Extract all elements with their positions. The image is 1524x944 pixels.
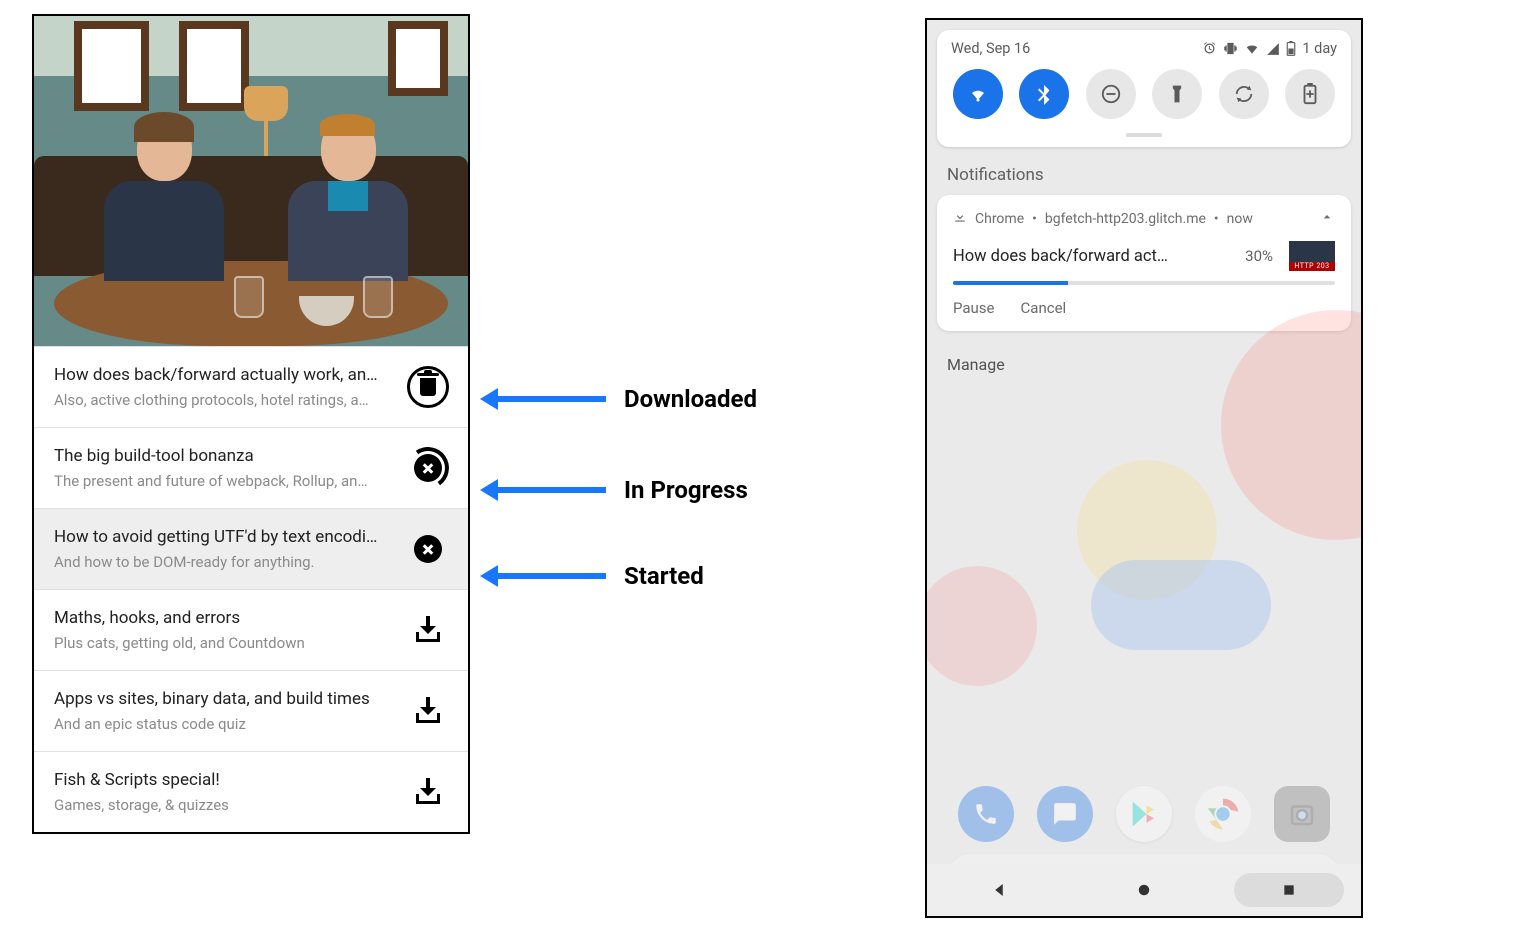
progress-icon — [407, 447, 449, 489]
episode-title: Maths, hooks, and errors — [54, 608, 396, 628]
annotation-label: In Progress — [624, 476, 748, 504]
nav-recents[interactable] — [1234, 873, 1344, 907]
rotation-icon — [1233, 83, 1255, 105]
battery-icon — [1286, 41, 1296, 56]
navigation-bar — [927, 864, 1361, 916]
download-button[interactable] — [406, 689, 450, 733]
annotation-started: Started — [496, 562, 704, 590]
drag-handle[interactable] — [1126, 133, 1162, 137]
battery-text: 1 day — [1302, 40, 1337, 57]
list-item[interactable]: Fish & Scripts special! Games, storage, … — [34, 751, 468, 832]
phone-app-icon[interactable] — [958, 786, 1014, 842]
wifi-icon — [966, 82, 990, 106]
annotation-in-progress: In Progress — [496, 476, 748, 504]
episode-title: The big build-tool bonanza — [54, 446, 396, 466]
episode-subtitle: And an epic status code quiz — [54, 715, 396, 733]
delete-download-button[interactable] — [406, 365, 450, 409]
flashlight-icon — [1167, 84, 1187, 104]
episode-list: How does back/forward actually work, an…… — [34, 346, 468, 832]
progress-bar — [953, 281, 1335, 285]
nav-home[interactable] — [1089, 873, 1199, 907]
episode-title: Apps vs sites, binary data, and build ti… — [54, 689, 396, 709]
download-icon — [414, 616, 442, 644]
cancel-download-button[interactable] — [406, 527, 450, 571]
list-item[interactable]: Apps vs sites, binary data, and build ti… — [34, 670, 468, 751]
episode-subtitle: And how to be DOM-ready for anything. — [54, 553, 396, 571]
nav-back[interactable] — [944, 873, 1054, 907]
episode-subtitle: Plus cats, getting old, and Countdown — [54, 634, 396, 652]
list-item[interactable]: Maths, hooks, and errors Plus cats, gett… — [34, 589, 468, 670]
bluetooth-toggle[interactable] — [1019, 69, 1069, 119]
battery-saver-toggle[interactable] — [1285, 69, 1335, 119]
back-icon — [990, 881, 1008, 899]
notification-thumbnail: HTTP 203 — [1289, 241, 1335, 271]
dnd-toggle[interactable] — [1086, 69, 1136, 119]
quick-settings-panel: Wed, Sep 16 1 day — [937, 30, 1351, 147]
play-store-app-icon[interactable] — [1116, 786, 1172, 842]
list-item[interactable]: How does back/forward actually work, an…… — [34, 346, 468, 427]
download-icon — [414, 778, 442, 806]
vibrate-icon — [1223, 41, 1238, 56]
home-screen-background: G — [927, 450, 1361, 916]
cancel-download-button[interactable] — [406, 446, 450, 490]
quick-settings-toggles — [951, 69, 1337, 129]
wifi-icon — [1244, 42, 1260, 56]
notification-app: Chrome — [975, 211, 1024, 227]
battery-saver-icon — [1302, 83, 1318, 105]
chrome-app-icon[interactable] — [1195, 786, 1251, 842]
notification-time: now — [1227, 211, 1253, 227]
episode-subtitle: The present and future of webpack, Rollu… — [54, 472, 396, 490]
android-phone-screenshot: G Wed, Sep 16 1 day — [925, 18, 1363, 918]
chevron-up-icon[interactable] — [1319, 209, 1335, 229]
annotation-label: Started — [624, 562, 704, 590]
episode-title: Fish & Scripts special! — [54, 770, 396, 790]
status-date: Wed, Sep 16 — [951, 40, 1030, 57]
recents-icon — [1281, 882, 1297, 898]
home-dock — [927, 786, 1361, 842]
alarm-icon — [1202, 41, 1217, 56]
messages-app-icon[interactable] — [1037, 786, 1093, 842]
list-item[interactable]: How to avoid getting UTF'd by text encod… — [34, 508, 468, 589]
download-button[interactable] — [406, 770, 450, 814]
episode-title: How does back/forward actually work, an… — [54, 365, 396, 385]
progress-fill — [953, 281, 1068, 285]
home-icon — [1135, 881, 1153, 899]
trash-icon — [407, 366, 449, 408]
pause-button[interactable]: Pause — [953, 299, 995, 317]
notification-percent: 30% — [1245, 247, 1273, 265]
download-icon — [414, 697, 442, 725]
wifi-toggle[interactable] — [953, 69, 1003, 119]
annotation-label: Downloaded — [624, 385, 757, 413]
signal-icon — [1266, 42, 1280, 56]
flashlight-toggle[interactable] — [1152, 69, 1202, 119]
cancel-button[interactable]: Cancel — [1021, 299, 1067, 317]
download-notification[interactable]: Chrome • bgfetch-http203.glitch.me • now… — [937, 195, 1351, 331]
notification-title: How does back/forward act… — [953, 247, 1235, 266]
list-item[interactable]: The big build-tool bonanza The present a… — [34, 427, 468, 508]
dnd-icon — [1100, 83, 1122, 105]
download-icon — [953, 210, 967, 228]
bluetooth-icon — [1033, 83, 1055, 105]
download-button[interactable] — [406, 608, 450, 652]
episode-subtitle: Also, active clothing protocols, hotel r… — [54, 391, 396, 409]
notifications-heading: Notifications — [947, 165, 1341, 185]
app-podcast-list: How does back/forward actually work, an…… — [32, 14, 470, 834]
episode-subtitle: Games, storage, & quizzes — [54, 796, 396, 814]
episode-title: How to avoid getting UTF'd by text encod… — [54, 527, 396, 547]
hero-thumbnail — [34, 16, 468, 346]
cancel-icon — [414, 535, 442, 563]
camera-app-icon[interactable] — [1274, 786, 1330, 842]
status-bar: Wed, Sep 16 1 day — [951, 40, 1337, 57]
rotation-toggle[interactable] — [1219, 69, 1269, 119]
annotation-downloaded: Downloaded — [496, 385, 757, 413]
notification-source: bgfetch-http203.glitch.me — [1045, 211, 1206, 227]
